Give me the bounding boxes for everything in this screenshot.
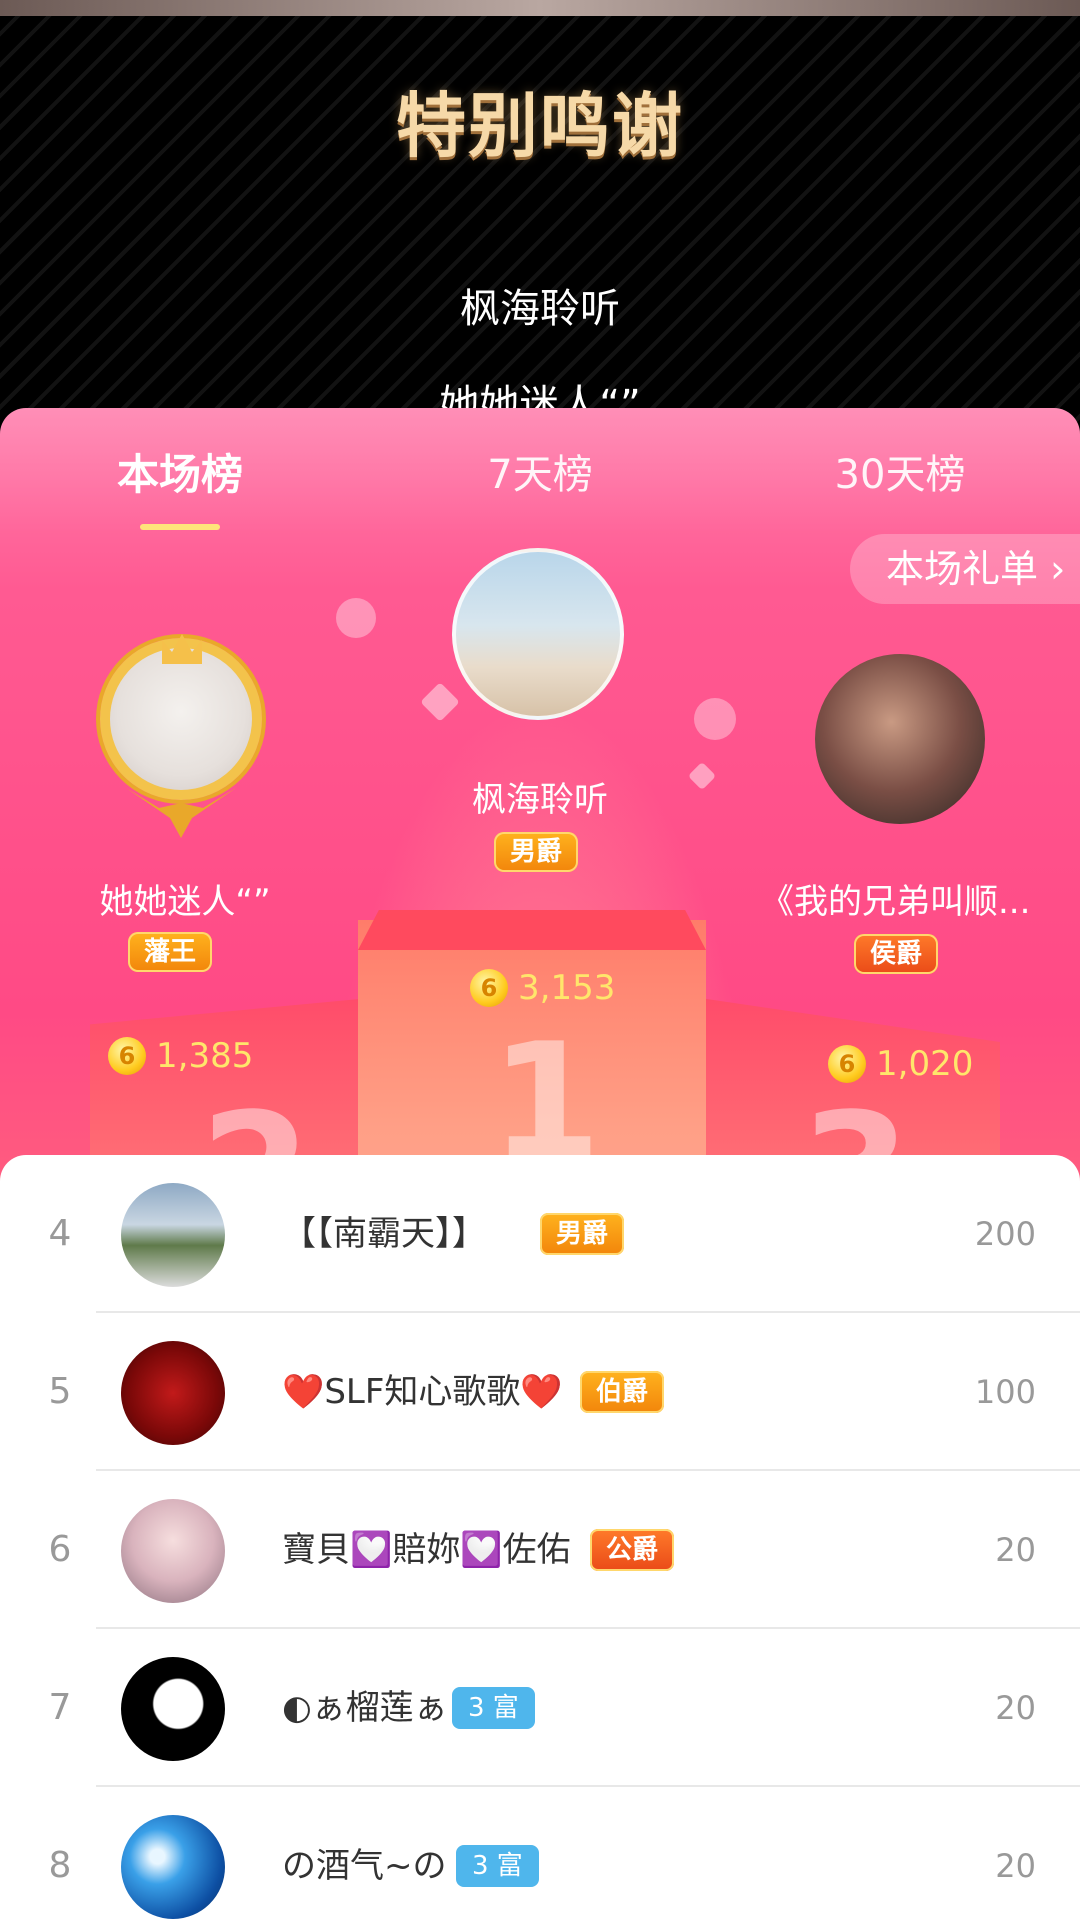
name-first: 枫海聆听 (472, 780, 608, 820)
avatar-first[interactable] (452, 548, 624, 720)
list-item[interactable]: 8 の酒气~の 3 富 20 (0, 1787, 1080, 1920)
thanks-section: 特别鸣谢 枫海聆听 她她迷人“” (0, 0, 1080, 430)
coin-icon: 6 (108, 1037, 146, 1075)
list-item[interactable]: 4 【【南霸天】】 男爵 200 (0, 1155, 1080, 1313)
user-name: ◐ぁ榴莲ぁ (282, 1688, 448, 1728)
rank-badge: 男爵 (540, 1213, 625, 1255)
score: 20 (995, 1531, 1036, 1569)
avatar[interactable] (121, 1183, 225, 1287)
avatar[interactable] (121, 1815, 225, 1919)
rank-number: 8 (48, 1845, 72, 1886)
score-first: 6 3,153 (470, 968, 615, 1008)
rank-number: 4 (48, 1213, 72, 1254)
thanks-title: 特别鸣谢 (396, 85, 684, 167)
wealth-badge: 3 富 (456, 1845, 539, 1887)
coin-icon: 6 (470, 969, 508, 1007)
score-third: 6 1,020 (828, 1044, 973, 1084)
rank-badge-first: 男爵 (494, 832, 579, 872)
score: 200 (974, 1215, 1036, 1253)
rank-number: 5 (48, 1371, 72, 1412)
list-item[interactable]: 6 寶貝💟賠妳💟佐佑 公爵 20 (0, 1471, 1080, 1629)
podium-block-first-top (358, 910, 706, 950)
score: 100 (974, 1373, 1036, 1411)
avatar[interactable] (121, 1657, 225, 1761)
decor-dot (336, 598, 376, 638)
rank-badge-third: 侯爵 (854, 934, 939, 974)
rank-badge: 公爵 (590, 1529, 675, 1571)
score-value: 3,153 (518, 968, 616, 1008)
avatar[interactable] (121, 1499, 225, 1603)
avatar-third[interactable] (815, 654, 985, 824)
user-name: 【【南霸天】】 (282, 1214, 486, 1254)
user-name: の酒气~の (282, 1846, 447, 1886)
coin-icon: 6 (828, 1045, 866, 1083)
top-edge (0, 0, 1080, 16)
thanks-name-1: 枫海聆听 (460, 286, 620, 332)
score-value: 1,020 (876, 1044, 974, 1084)
name-third: 《我的兄弟叫顺... (760, 882, 1031, 922)
score-second: 6 1,385 (108, 1036, 253, 1076)
avatar[interactable] (121, 1341, 225, 1445)
score: 20 (995, 1847, 1036, 1885)
rank-badge: 伯爵 (580, 1371, 665, 1413)
list-item[interactable]: 7 ◐ぁ榴莲ぁ 3 富 20 (0, 1629, 1080, 1787)
score-value: 1,385 (156, 1036, 254, 1076)
rank-badge-second: 藩王 (128, 932, 213, 972)
decor-dot (694, 698, 736, 740)
score: 20 (995, 1689, 1036, 1727)
wealth-badge: 3 富 (452, 1687, 535, 1729)
ranking-list: 4 【【南霸天】】 男爵 200 5 ❤️SLF知心歌歌❤️ 伯爵 100 6 … (0, 1155, 1080, 1920)
rank-number: 6 (48, 1529, 72, 1570)
user-name: ❤️SLF知心歌歌❤️ (282, 1372, 563, 1412)
name-second: 她她迷人“” (99, 882, 271, 922)
rank-number: 7 (48, 1687, 72, 1728)
list-item[interactable]: 5 ❤️SLF知心歌歌❤️ 伯爵 100 (0, 1313, 1080, 1471)
user-name: 寶貝💟賠妳💟佐佑 (282, 1530, 571, 1570)
